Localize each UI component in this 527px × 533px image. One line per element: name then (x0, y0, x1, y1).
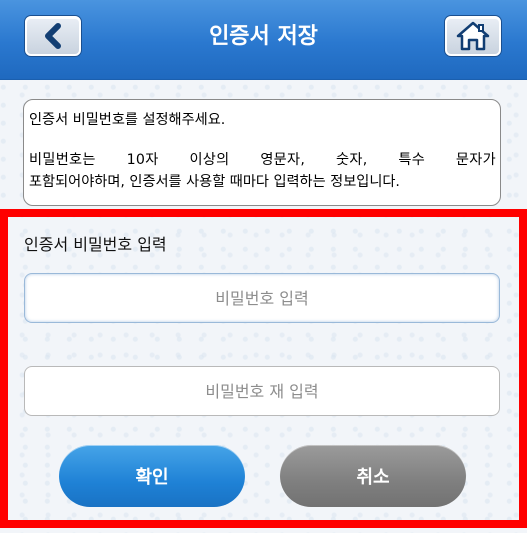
password-confirm-input[interactable] (24, 366, 500, 416)
home-icon (456, 21, 490, 51)
notice-line-1: 인증서 비밀번호를 설정해주세요. (29, 112, 226, 128)
password-input-label: 인증서 비밀번호 입력 (24, 235, 167, 254)
cancel-button[interactable]: 취소 (280, 445, 466, 507)
password-input[interactable] (24, 273, 500, 323)
notice-line-2: 비밀번호는 10자 이상의 영문자, 숫자, 특수 문자가 (29, 152, 496, 168)
back-button[interactable] (25, 16, 81, 56)
home-button[interactable] (445, 16, 501, 56)
confirm-button[interactable]: 확인 (59, 445, 245, 507)
chevron-left-icon (45, 23, 61, 49)
password-input-panel: 인증서 비밀번호 입력 확인 취소 (0, 209, 527, 528)
notice-spacer (29, 131, 496, 149)
app-header: 인증서 저장 (0, 0, 527, 80)
page-title: 인증서 저장 (209, 24, 318, 49)
password-notice: 인증서 비밀번호를 설정해주세요. 비밀번호는 10자 이상의 영문자, 숫자,… (23, 99, 501, 206)
notice-line-3: 포함되어야하며, 인증서를 사용할 때마다 입력하는 정보입니다. (29, 174, 400, 190)
